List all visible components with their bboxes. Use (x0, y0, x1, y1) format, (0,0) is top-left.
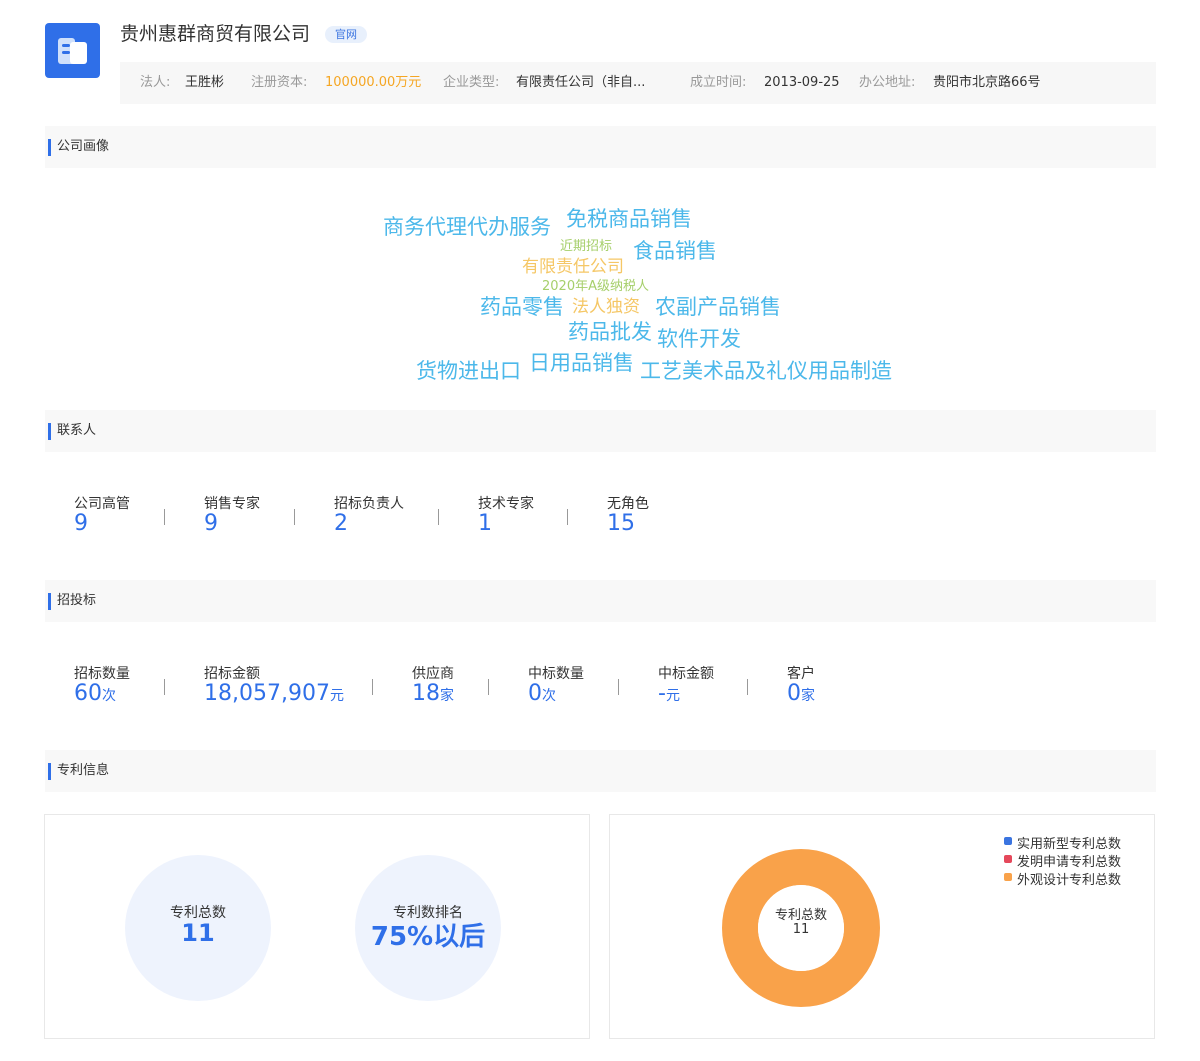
contact-stat-label: 公司高管 (74, 496, 130, 512)
bidding-stat-value: 18 (412, 681, 440, 706)
founded-value: 2013-09-25 (764, 75, 840, 90)
stat-divider (567, 509, 568, 525)
building-icon (58, 38, 87, 64)
stat-divider (747, 679, 748, 695)
bidding-stat-unit: 元 (665, 688, 680, 704)
bidding-stat-unit: 次 (542, 688, 556, 704)
company-type-value: 有限责任公司（非自... (516, 75, 646, 90)
bidding-stat-value: 0 (787, 681, 801, 706)
company-info-bar: 法人: 王胜彬 注册资本: 100000.00万元 企业类型: 有限责任公司（非… (120, 62, 1156, 104)
bidding-stat-value: 18,057,907 (204, 681, 330, 706)
contact-stat-label: 招标负责人 (334, 496, 404, 512)
contact-stat-label: 销售专家 (204, 496, 260, 512)
tag-word[interactable]: 食品销售 (633, 241, 717, 262)
section-title: 联系人 (57, 423, 97, 438)
legend-utility-label[interactable]: 实用新型专利总数 (1017, 833, 1121, 852)
bidding-stat[interactable]: 18家 (412, 681, 454, 706)
bidding-stat[interactable]: 60次 (74, 681, 116, 706)
bidding-stat[interactable]: -元 (658, 681, 680, 706)
bidding-stat-label: 供应商 (412, 666, 454, 682)
section-title: 公司画像 (57, 139, 110, 154)
legend-invention-dot (1004, 855, 1012, 863)
bidding-stat-value: 0 (528, 681, 542, 706)
tag-word[interactable]: 日用品销售 (529, 353, 634, 374)
bidding-stat-unit: 元 (329, 688, 344, 704)
contact-stat-value[interactable]: 1 (478, 511, 492, 536)
tag-word[interactable]: 工艺美术品及礼仪用品制造 (640, 361, 892, 382)
contact-stat-value[interactable]: 9 (74, 511, 88, 536)
contact-stat-label: 技术专家 (478, 496, 534, 512)
contact-stat-value[interactable]: 9 (204, 511, 218, 536)
bidding-stat[interactable]: 0次 (528, 681, 556, 706)
section-header-portrait: 公司画像 (45, 126, 1156, 168)
address-value: 贵阳市北京路66号 (933, 75, 1041, 90)
bidding-stat[interactable]: 0家 (787, 681, 815, 706)
bidding-stat-label: 客户 (787, 666, 815, 682)
tag-word[interactable]: 货物进出口 (416, 361, 521, 382)
founded-label: 成立时间: (690, 75, 747, 90)
contact-stat-value[interactable]: 15 (607, 511, 635, 536)
company-name: 贵州惠群商贸有限公司 (120, 23, 311, 45)
donut-center-value: 11 (792, 922, 810, 937)
tag-word[interactable]: 有限责任公司 (522, 259, 624, 276)
stat-divider (164, 679, 165, 695)
address-label: 办公地址: (859, 75, 916, 90)
contact-stat-label: 无角色 (607, 496, 649, 512)
section-header-bidding: 招投标 (45, 580, 1156, 622)
tag-word[interactable]: 近期招标 (560, 240, 612, 253)
bidding-stat-value: - (658, 681, 666, 706)
section-title: 招投标 (57, 593, 97, 608)
legend-utility-dot (1004, 837, 1012, 845)
tag-word[interactable]: 药品批发 (568, 322, 652, 343)
capital-value: 100000.00万元 (325, 75, 422, 90)
legend-invention-label[interactable]: 发明申请专利总数 (1017, 851, 1121, 870)
legal-person-value: 王胜彬 (185, 75, 225, 90)
tag-word[interactable]: 农副产品销售 (655, 297, 781, 318)
tag-word[interactable]: 免税商品销售 (566, 209, 692, 230)
bidding-stat-value: 60 (74, 681, 102, 706)
section-accent-bar (48, 763, 51, 780)
section-header-patent: 专利信息 (45, 750, 1156, 792)
tag-word[interactable]: 软件开发 (657, 329, 741, 350)
bidding-stat-unit: 家 (440, 688, 454, 704)
bidding-stat-label: 招标数量 (74, 666, 130, 682)
legend-design-dot (1004, 873, 1012, 881)
bidding-stat-label: 中标金额 (658, 666, 714, 682)
bidding-stat[interactable]: 18,057,907元 (204, 681, 344, 706)
section-accent-bar (48, 139, 51, 156)
company-type-label: 企业类型: (443, 75, 500, 90)
donut-center-label: 专利总数 (774, 908, 827, 923)
patent-rank-circle: 专利数排名 75%以后 (355, 855, 501, 1001)
company-logo (45, 23, 100, 78)
patent-total-value: 11 (181, 919, 215, 947)
bidding-stat-label: 招标金额 (204, 666, 260, 682)
contact-stat-value[interactable]: 2 (334, 511, 348, 536)
section-accent-bar (48, 593, 51, 610)
patent-chart-panel: 专利总数 11 实用新型专利总数 发明申请专利总数 外观设计专利总数 (609, 814, 1155, 1039)
capital-label: 注册资本: (251, 75, 308, 90)
stat-divider (618, 679, 619, 695)
stat-divider (488, 679, 489, 695)
official-site-badge[interactable]: 官网 (325, 26, 367, 43)
bidding-stat-label: 中标数量 (528, 666, 584, 682)
legal-person-label: 法人: (140, 75, 171, 90)
section-accent-bar (48, 423, 51, 440)
section-header-contacts: 联系人 (45, 410, 1156, 452)
tag-word[interactable]: 2020年A级纳税人 (542, 280, 649, 293)
patent-total-circle: 专利总数 11 (125, 855, 271, 1001)
stat-divider (372, 679, 373, 695)
tag-word[interactable]: 法人独资 (572, 299, 640, 316)
stat-divider (164, 509, 165, 525)
section-title: 专利信息 (57, 763, 110, 778)
stat-divider (438, 509, 439, 525)
patent-summary-panel: 专利总数 11 专利数排名 75%以后 (44, 814, 590, 1039)
legend-design-label[interactable]: 外观设计专利总数 (1017, 869, 1121, 888)
stat-divider (294, 509, 295, 525)
bidding-stat-unit: 家 (801, 688, 815, 704)
bidding-stat-unit: 次 (102, 688, 116, 704)
patent-rank-value: 75%以后 (370, 922, 486, 952)
tag-word[interactable]: 商务代理代办服务 (383, 217, 551, 238)
tag-word[interactable]: 药品零售 (480, 297, 564, 318)
